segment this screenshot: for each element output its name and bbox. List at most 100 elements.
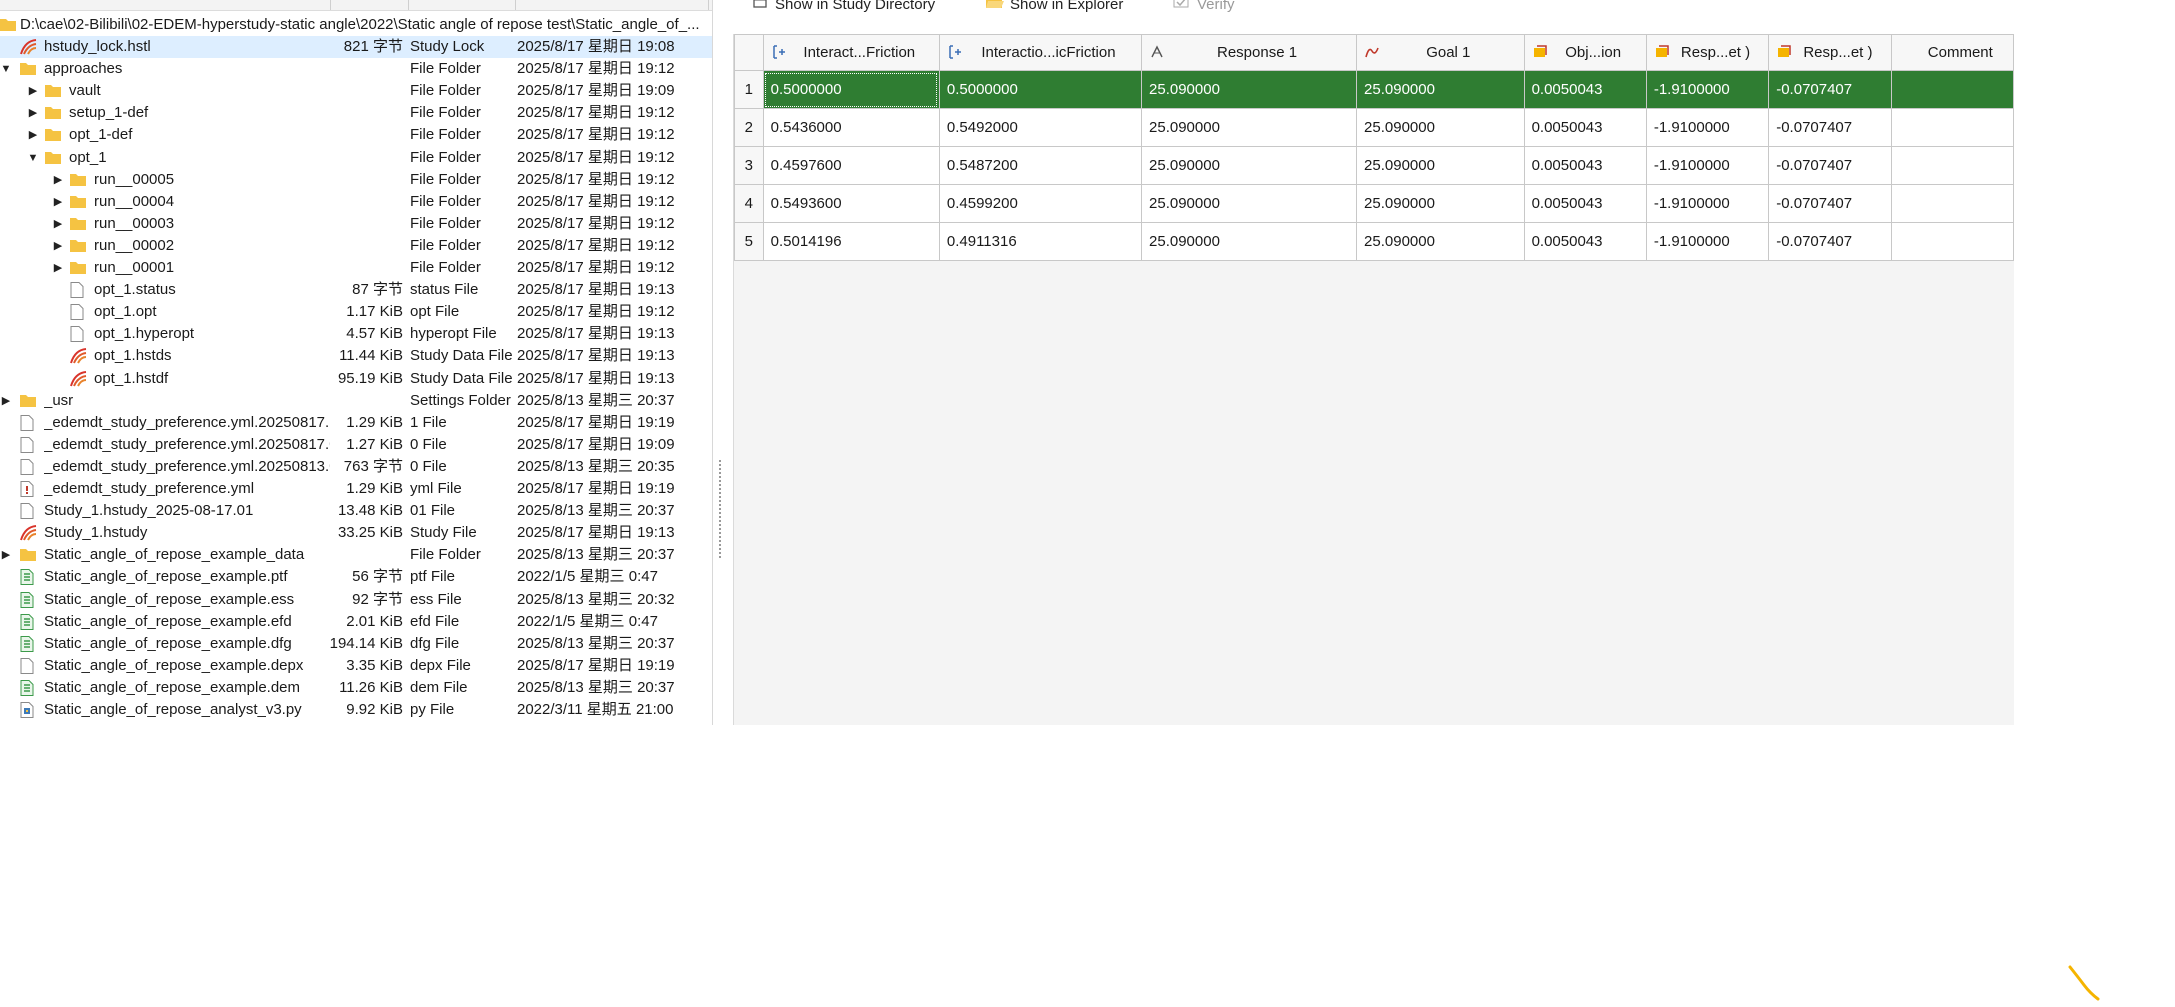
table-row[interactable]: 5 0.5014196 0.4911316 25.090000 25.090000 0.0… bbox=[734, 222, 2015, 261]
column-header[interactable]: Comment bbox=[1890, 34, 2015, 71]
table-cell[interactable]: 0.4911316 bbox=[938, 222, 1143, 261]
table-corner[interactable] bbox=[734, 34, 764, 71]
column-separator[interactable] bbox=[515, 0, 516, 10]
column-header[interactable]: Interact...Friction bbox=[762, 34, 940, 71]
table-row[interactable]: 4 0.5493600 0.4599200 25.090000 25.090000 0.0… bbox=[734, 184, 2015, 223]
table-cell[interactable]: -1.9100000 bbox=[1645, 146, 1770, 185]
table-cell[interactable]: -1.9100000 bbox=[1645, 70, 1770, 109]
tree-row[interactable]: opt_1.hstdf 95.19 KiB Study Data File 2025/… bbox=[0, 368, 713, 390]
tree-row[interactable]: ▶ vault File Folder 2025/8/17 星期日 19:09 bbox=[0, 80, 713, 102]
collapse-arrow-icon[interactable]: ▶ bbox=[52, 169, 64, 191]
table-cell[interactable]: 25.090000 bbox=[1141, 70, 1358, 109]
tree-row[interactable]: Static_angle_of_repose_example.dem 11.26 … bbox=[0, 677, 713, 699]
table-cell[interactable]: 25.090000 bbox=[1141, 184, 1358, 223]
table-cell[interactable]: -0.0707407 bbox=[1768, 108, 1892, 147]
show-in-study-directory-button[interactable]: Show in Study Directory bbox=[753, 0, 935, 16]
collapse-arrow-icon[interactable]: ▶ bbox=[52, 213, 64, 235]
column-header[interactable]: Goal 1 bbox=[1356, 34, 1525, 71]
table-cell[interactable]: -0.0707407 bbox=[1768, 146, 1892, 185]
table-cell[interactable] bbox=[1890, 146, 2015, 185]
tree-row[interactable]: Static_angle_of_repose_example.ptf 56 字节 p… bbox=[0, 566, 713, 588]
column-separator[interactable] bbox=[708, 0, 709, 10]
tree-row[interactable]: Study_1.hstudy 33.25 KiB Study File 2025/8/… bbox=[0, 522, 713, 544]
table-cell[interactable] bbox=[1890, 108, 2015, 147]
table-cell[interactable]: 0.4597600 bbox=[762, 146, 940, 185]
tree-row[interactable]: ▼ approaches File Folder 2025/8/17 星期日 19:1… bbox=[0, 58, 713, 80]
table-cell[interactable] bbox=[1890, 70, 2015, 109]
column-header[interactable]: Interactio...icFriction bbox=[938, 34, 1143, 71]
show-in-explorer-button[interactable]: Show in Explorer bbox=[986, 0, 1123, 16]
column-header[interactable]: Resp...et ) bbox=[1645, 34, 1770, 71]
tree-row[interactable]: Static_angle_of_repose_example.dfg 194.14… bbox=[0, 633, 713, 655]
tree-row[interactable]: ▶ run__00002 File Folder 2025/8/17 星期日 19:1… bbox=[0, 235, 713, 257]
tree-row[interactable]: _edemdt_study_preference.yml.20250817.0 1… bbox=[0, 434, 713, 456]
tree-row[interactable]: ▶ run__00003 File Folder 2025/8/17 星期日 19:1… bbox=[0, 213, 713, 235]
collapse-arrow-icon[interactable]: ▶ bbox=[0, 544, 12, 566]
tree-row[interactable]: opt_1.hstds 11.44 KiB Study Data File 2025/… bbox=[0, 345, 713, 367]
collapse-arrow-icon[interactable]: ▶ bbox=[27, 102, 39, 124]
table-cell[interactable]: -1.9100000 bbox=[1645, 222, 1770, 261]
column-header[interactable]: Obj...ion bbox=[1523, 34, 1647, 71]
table-cell[interactable]: -0.0707407 bbox=[1768, 222, 1892, 261]
table-cell[interactable]: 25.090000 bbox=[1356, 70, 1525, 109]
table-cell[interactable] bbox=[1890, 222, 2015, 261]
table-cell[interactable]: 0.4599200 bbox=[938, 184, 1143, 223]
table-cell[interactable]: 0.0050043 bbox=[1523, 108, 1647, 147]
table-cell[interactable]: 25.090000 bbox=[1141, 108, 1358, 147]
collapse-arrow-icon[interactable]: ▶ bbox=[27, 124, 39, 146]
tree-row[interactable]: ▼ opt_1 File Folder 2025/8/17 星期日 19:12 bbox=[0, 147, 713, 169]
tree-root-path-row[interactable]: D:\cae\02-Bilibili\02-EDEM-hyperstudy-st… bbox=[0, 14, 713, 36]
verify-button[interactable]: Verify bbox=[1173, 0, 1235, 16]
table-cell[interactable]: 0.5493600 bbox=[762, 184, 940, 223]
table-cell[interactable]: 0.5000000 bbox=[938, 70, 1143, 109]
tree-row[interactable]: _edemdt_study_preference.yml.20250817.1 1… bbox=[0, 412, 713, 434]
expand-arrow-icon[interactable]: ▼ bbox=[27, 147, 39, 169]
table-cell[interactable]: 0.5487200 bbox=[938, 146, 1143, 185]
table-cell[interactable]: 25.090000 bbox=[1356, 108, 1525, 147]
collapse-arrow-icon[interactable]: ▶ bbox=[52, 235, 64, 257]
tree-row[interactable]: hstudy_lock.hstl 821 字节 Study Lock 2025/8/1… bbox=[0, 36, 713, 58]
table-cell[interactable]: -0.0707407 bbox=[1768, 70, 1892, 109]
tree-column-header[interactable] bbox=[0, 0, 713, 11]
table-cell[interactable]: 0.0050043 bbox=[1523, 70, 1647, 109]
tree-row[interactable]: ▶ opt_1-def File Folder 2025/8/17 星期日 19:12 bbox=[0, 124, 713, 146]
table-cell[interactable]: -1.9100000 bbox=[1645, 108, 1770, 147]
table-cell[interactable]: 25.090000 bbox=[1356, 146, 1525, 185]
collapse-arrow-icon[interactable]: ▶ bbox=[52, 257, 64, 279]
tree-row[interactable]: opt_1.hyperopt 4.57 KiB hyperopt File 2025/… bbox=[0, 323, 713, 345]
tree-row[interactable]: ▶ run__00005 File Folder 2025/8/17 星期日 19:1… bbox=[0, 169, 713, 191]
collapse-arrow-icon[interactable]: ▶ bbox=[0, 390, 12, 412]
table-cell[interactable]: 25.090000 bbox=[1141, 222, 1358, 261]
table-cell[interactable]: -0.0707407 bbox=[1768, 184, 1892, 223]
column-separator[interactable] bbox=[330, 0, 331, 10]
row-number[interactable]: 3 bbox=[734, 146, 764, 185]
table-row[interactable]: 3 0.4597600 0.5487200 25.090000 25.090000 0.0… bbox=[734, 146, 2015, 185]
expand-arrow-icon[interactable]: ▼ bbox=[0, 58, 12, 80]
tree-row[interactable]: _edemdt_study_preference.yml 1.29 KiB yml … bbox=[0, 478, 713, 500]
table-cell[interactable]: -1.9100000 bbox=[1645, 184, 1770, 223]
tree-row[interactable]: ▶ setup_1-def File Folder 2025/8/17 星期日 19:… bbox=[0, 102, 713, 124]
row-number[interactable]: 4 bbox=[734, 184, 764, 223]
tree-row[interactable]: Study_1.hstudy_2025-08-17.01 13.48 KiB 01 … bbox=[0, 500, 713, 522]
tree-row[interactable]: _edemdt_study_preference.yml.20250813.0 7… bbox=[0, 456, 713, 478]
collapse-arrow-icon[interactable]: ▶ bbox=[27, 80, 39, 102]
row-number[interactable]: 2 bbox=[734, 108, 764, 147]
column-header[interactable]: Response 1 bbox=[1141, 34, 1358, 71]
table-cell[interactable]: 0.0050043 bbox=[1523, 222, 1647, 261]
tree-row[interactable]: Static_angle_of_repose_analyst_v3.py 9.92… bbox=[0, 699, 713, 721]
splitter-handle[interactable] bbox=[719, 460, 721, 560]
column-header[interactable]: Resp...et ) bbox=[1768, 34, 1892, 71]
row-number[interactable]: 1 bbox=[734, 70, 764, 109]
table-cell[interactable]: 0.5436000 bbox=[762, 108, 940, 147]
column-separator[interactable] bbox=[408, 0, 409, 10]
table-cell[interactable]: 0.0050043 bbox=[1523, 146, 1647, 185]
table-row[interactable]: 2 0.5436000 0.5492000 25.090000 25.090000 0.0… bbox=[734, 108, 2015, 147]
table-cell[interactable]: 0.5014196 bbox=[762, 222, 940, 261]
tree-row[interactable]: ▶ _usr Settings Folder 2025/8/13 星期三 20:37 bbox=[0, 390, 713, 412]
table-cell[interactable]: 25.090000 bbox=[1356, 184, 1525, 223]
tree-row[interactable]: opt_1.status 87 字节 status File 2025/8/17 星期… bbox=[0, 279, 713, 301]
collapse-arrow-icon[interactable]: ▶ bbox=[52, 191, 64, 213]
table-cell[interactable]: 0.5492000 bbox=[938, 108, 1143, 147]
tree-row[interactable]: ▶ run__00001 File Folder 2025/8/17 星期日 19:1… bbox=[0, 257, 713, 279]
table-cell[interactable]: 25.090000 bbox=[1141, 146, 1358, 185]
